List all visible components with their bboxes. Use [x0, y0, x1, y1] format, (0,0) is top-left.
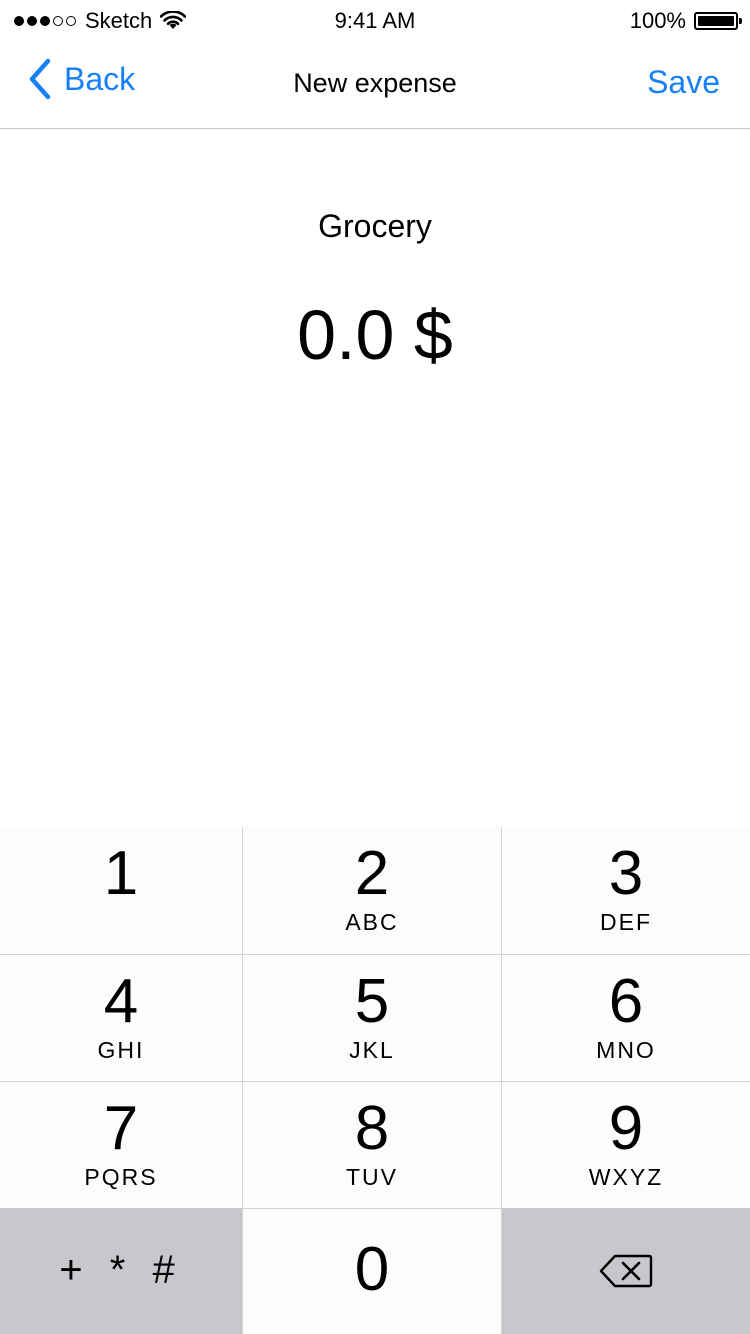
- key-digit: 8: [354, 1094, 390, 1163]
- key-digit: 4: [103, 967, 139, 1036]
- key-digit: 6: [608, 967, 644, 1036]
- key-letters: ABC: [345, 909, 399, 935]
- status-right: 100%: [629, 8, 742, 34]
- key-letters: TUV: [346, 1164, 398, 1190]
- category-label: Grocery: [318, 208, 432, 244]
- key-9[interactable]: 9 WXYZ: [502, 1081, 750, 1208]
- key-8[interactable]: 8 TUV: [243, 1081, 502, 1208]
- key-digit: 3: [608, 839, 644, 908]
- battery-fill: [698, 16, 734, 26]
- key-digit: 9: [608, 1094, 644, 1163]
- key-5[interactable]: 5 JKL: [243, 954, 502, 1081]
- key-letters: PQRS: [84, 1164, 158, 1190]
- battery-icon: [694, 12, 742, 30]
- key-4[interactable]: 4 GHI: [0, 954, 243, 1081]
- key-letters: WXYZ: [588, 1164, 664, 1190]
- key-digit: 2: [354, 839, 390, 908]
- save-button[interactable]: Save: [647, 64, 720, 101]
- key-digit: 7: [103, 1094, 139, 1163]
- page-title: New expense: [293, 68, 457, 98]
- key-digit: 5: [354, 967, 390, 1036]
- symbols-label: + * #: [59, 1248, 183, 1292]
- key-letters: MNO: [596, 1037, 656, 1063]
- battery-nub: [739, 18, 742, 24]
- key-7[interactable]: 7 PQRS: [0, 1081, 243, 1208]
- battery-percentage: 100%: [629, 8, 686, 33]
- navigation-bar: Back New expense Save: [0, 40, 750, 129]
- amount-display: 0.0 $: [297, 296, 453, 374]
- screen: Sketch 9:41 AM 100% Back New expense Sav…: [0, 0, 750, 1334]
- key-digit: 1: [103, 839, 139, 908]
- key-0[interactable]: 0: [243, 1208, 502, 1334]
- key-1[interactable]: 1: [0, 827, 243, 954]
- key-letters: GHI: [97, 1037, 145, 1063]
- key-6[interactable]: 6 MNO: [502, 954, 750, 1081]
- delete-key[interactable]: [502, 1208, 750, 1334]
- numeric-keypad: 1 2 ABC 3 DEF 4 GHI 5 JKL 6 MNO 7 PQRS 8: [0, 827, 750, 1334]
- key-digit: 0: [354, 1235, 390, 1304]
- key-3[interactable]: 3 DEF: [502, 827, 750, 954]
- backspace-icon: [599, 1253, 653, 1289]
- symbols-key[interactable]: + * #: [0, 1208, 243, 1334]
- status-bar: Sketch 9:41 AM 100%: [0, 0, 750, 40]
- key-2[interactable]: 2 ABC: [243, 827, 502, 954]
- key-letters: JKL: [349, 1037, 395, 1063]
- key-letters: DEF: [600, 909, 652, 935]
